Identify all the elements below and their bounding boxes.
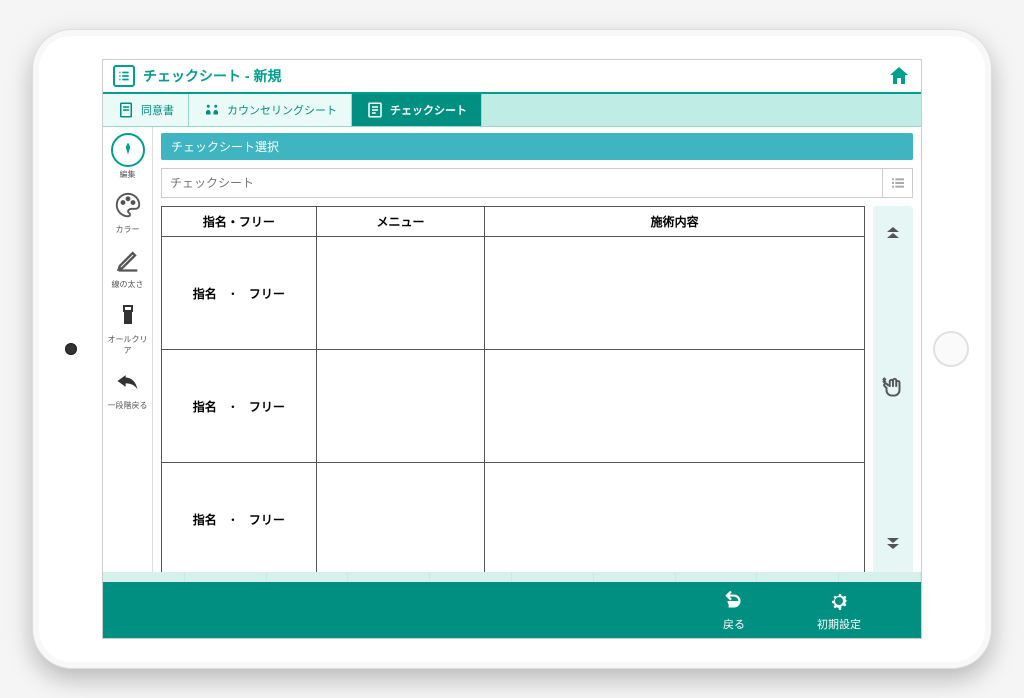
tab-label: 同意書 bbox=[141, 102, 174, 118]
table-row: 指名 ・ フリー bbox=[162, 350, 865, 463]
section-title: チェックシート選択 bbox=[161, 133, 913, 160]
table-row: 指名 ・ フリー bbox=[162, 237, 865, 350]
back-button[interactable]: 戻る bbox=[721, 588, 747, 632]
checksheet-input[interactable] bbox=[162, 169, 882, 197]
palette-icon bbox=[111, 188, 145, 222]
tablet-frame: チェックシート - 新規 同意書 カウンセリングシート bbox=[32, 29, 992, 669]
checksheet-select bbox=[161, 168, 913, 198]
counseling-icon bbox=[203, 101, 221, 119]
checklist-icon bbox=[113, 65, 135, 87]
cell-nominate[interactable]: 指名 ・ フリー bbox=[162, 237, 317, 350]
eraser-icon bbox=[111, 298, 145, 332]
table-row: 指名 ・ フリー bbox=[162, 463, 865, 576]
ltool-label: 線の太さ bbox=[106, 279, 150, 290]
scroll-up-icon[interactable] bbox=[879, 216, 907, 244]
main-panel: チェックシート選択 指名・フリー メニュー 施術内容 bbox=[153, 127, 921, 582]
cell-content[interactable] bbox=[485, 463, 865, 576]
check-table: 指名・フリー メニュー 施術内容 指名 ・ bbox=[161, 206, 865, 576]
app-header: チェックシート - 新規 bbox=[103, 60, 921, 94]
home-icon[interactable] bbox=[887, 64, 911, 88]
cell-content[interactable] bbox=[485, 237, 865, 350]
ltool-color[interactable]: カラー bbox=[106, 188, 150, 239]
ltool-label: オールクリア bbox=[106, 334, 150, 356]
app-screen: チェックシート - 新規 同意書 カウンセリングシート bbox=[102, 59, 922, 639]
pen-icon bbox=[111, 133, 145, 167]
footer-bar: 戻る 初期設定 bbox=[103, 582, 921, 638]
back-icon bbox=[721, 588, 747, 614]
back-label: 戻る bbox=[723, 616, 745, 632]
tab-consent[interactable]: 同意書 bbox=[103, 94, 189, 126]
tab-bar: 同意書 カウンセリングシート チェックシート bbox=[103, 94, 921, 127]
tab-counseling[interactable]: カウンセリングシート bbox=[189, 94, 352, 126]
cell-menu[interactable] bbox=[316, 463, 485, 576]
col-header-3: 施術内容 bbox=[485, 207, 865, 237]
ltool-label: 編集 bbox=[106, 169, 150, 180]
col-header-2: メニュー bbox=[316, 207, 485, 237]
consent-icon bbox=[117, 101, 135, 119]
gear-icon bbox=[826, 588, 852, 614]
cell-content[interactable] bbox=[485, 350, 865, 463]
list-button[interactable] bbox=[882, 169, 912, 197]
scroll-down-icon[interactable] bbox=[879, 532, 907, 560]
tab-label: カウンセリングシート bbox=[227, 102, 337, 118]
settings-button[interactable]: 初期設定 bbox=[817, 588, 861, 632]
cell-nominate[interactable]: 指名 ・ フリー bbox=[162, 350, 317, 463]
camera-dot bbox=[65, 343, 77, 355]
page-title: チェックシート - 新規 bbox=[143, 66, 281, 86]
settings-label: 初期設定 bbox=[817, 616, 861, 632]
ltool-thickness[interactable]: 線の太さ bbox=[106, 243, 150, 294]
cell-menu[interactable] bbox=[316, 350, 485, 463]
tab-label: チェックシート bbox=[390, 102, 467, 118]
scroll-panel bbox=[873, 206, 913, 576]
checksheet-icon bbox=[366, 101, 384, 119]
ltool-edit[interactable]: 編集 bbox=[106, 133, 150, 184]
ltool-clear[interactable]: オールクリア bbox=[106, 298, 150, 360]
cell-menu[interactable] bbox=[316, 237, 485, 350]
col-header-1: 指名・フリー bbox=[162, 207, 317, 237]
drag-hand-icon[interactable] bbox=[879, 374, 907, 402]
tab-checksheet[interactable]: チェックシート bbox=[352, 94, 482, 126]
cell-nominate[interactable]: 指名 ・ フリー bbox=[162, 463, 317, 576]
undo-icon bbox=[111, 364, 145, 398]
pencil-icon bbox=[111, 243, 145, 277]
footer-divider bbox=[103, 572, 921, 582]
home-button[interactable] bbox=[933, 331, 969, 367]
body-area: 編集 カラー 線の太さ bbox=[103, 127, 921, 582]
table-area: 指名・フリー メニュー 施術内容 指名 ・ bbox=[161, 206, 913, 576]
ltool-undo[interactable]: 一段階戻る bbox=[106, 364, 150, 415]
ltool-label: カラー bbox=[106, 224, 150, 235]
left-toolbar: 編集 カラー 線の太さ bbox=[103, 127, 153, 582]
ltool-label: 一段階戻る bbox=[106, 400, 150, 411]
